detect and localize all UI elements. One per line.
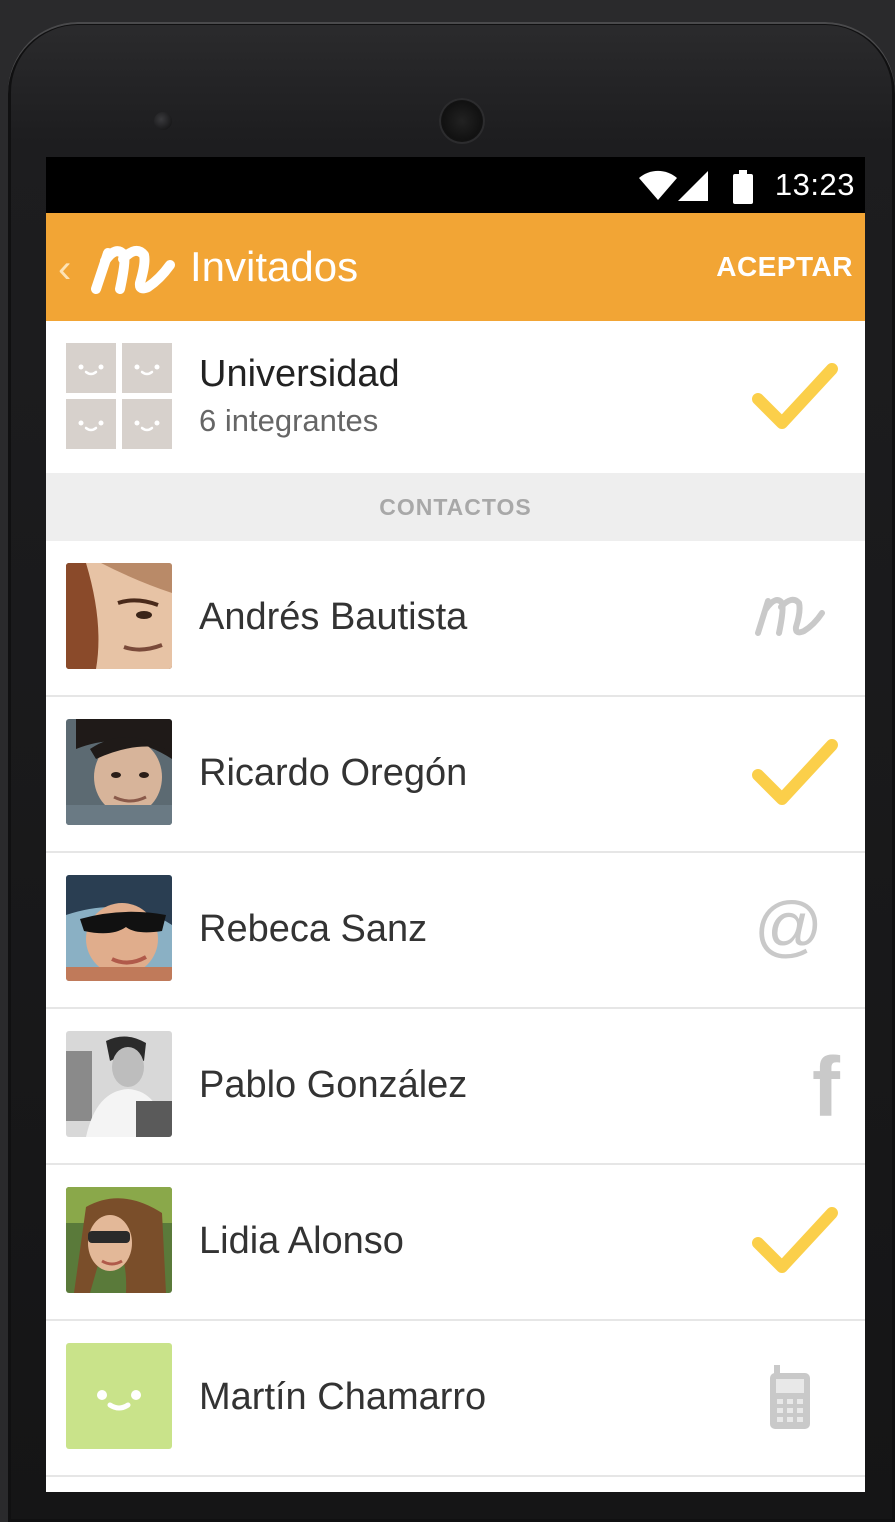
facebook-icon: f [812, 1040, 840, 1134]
status-bar: 13:23 [46, 157, 865, 213]
wifi-icon [639, 170, 677, 200]
smiley-icon [66, 399, 116, 449]
at-icon: @ [754, 888, 824, 964]
smiley-icon [122, 399, 172, 449]
app-screen: 13:23 ‹ Invitados ACEPTAR Universidad 6 … [46, 157, 865, 1492]
group-name: Universidad [199, 353, 400, 395]
smiley-icon [122, 343, 172, 393]
accept-button[interactable]: ACEPTAR [716, 251, 853, 283]
smiley-icon [66, 343, 116, 393]
m-logo-icon[interactable] [90, 239, 176, 295]
check-icon[interactable] [752, 361, 838, 433]
avatar [66, 719, 172, 825]
earpiece-speaker [439, 98, 485, 144]
battery-icon [733, 170, 753, 204]
avatar [66, 1031, 172, 1137]
signal-icon [678, 171, 708, 201]
contact-row[interactable]: Andrés Bautista [46, 541, 865, 697]
smiley-icon [97, 1390, 141, 1411]
contact-name: Martín Chamarro [199, 1376, 487, 1418]
contact-name: Pablo González [199, 1064, 468, 1106]
contact-name: Rebeca Sanz [199, 908, 428, 950]
back-chevron-icon[interactable]: ‹ [58, 249, 71, 289]
avatar [66, 875, 172, 981]
section-header-contacts: CONTACTOS [46, 473, 865, 541]
contact-name: Andrés Bautista [199, 596, 468, 638]
contact-row[interactable]: Pablo González f [46, 1009, 865, 1165]
group-row[interactable]: Universidad 6 integrantes [46, 321, 865, 473]
front-camera [154, 112, 172, 130]
contact-name: Ricardo Oregón [199, 752, 468, 794]
contact-row[interactable]: Ricardo Oregón [46, 697, 865, 853]
group-avatar [66, 343, 172, 449]
status-time: 13:23 [774, 167, 855, 202]
group-members-count: 6 integrantes [199, 403, 379, 438]
m-logo-icon [755, 596, 825, 636]
avatar [66, 563, 172, 669]
page-title: Invitados [190, 243, 359, 290]
contact-row[interactable]: Martín Chamarro [46, 1321, 865, 1477]
avatar [66, 1343, 172, 1449]
check-icon[interactable] [752, 1205, 838, 1277]
contact-row[interactable]: Lidia Alonso [46, 1165, 865, 1321]
action-bar: ‹ Invitados ACEPTAR [46, 213, 865, 321]
contact-row[interactable]: Rebeca Sanz @ [46, 853, 865, 1009]
phone-icon [770, 1365, 810, 1429]
check-icon[interactable] [752, 737, 838, 809]
avatar [66, 1187, 172, 1293]
contact-name: Lidia Alonso [199, 1220, 404, 1262]
